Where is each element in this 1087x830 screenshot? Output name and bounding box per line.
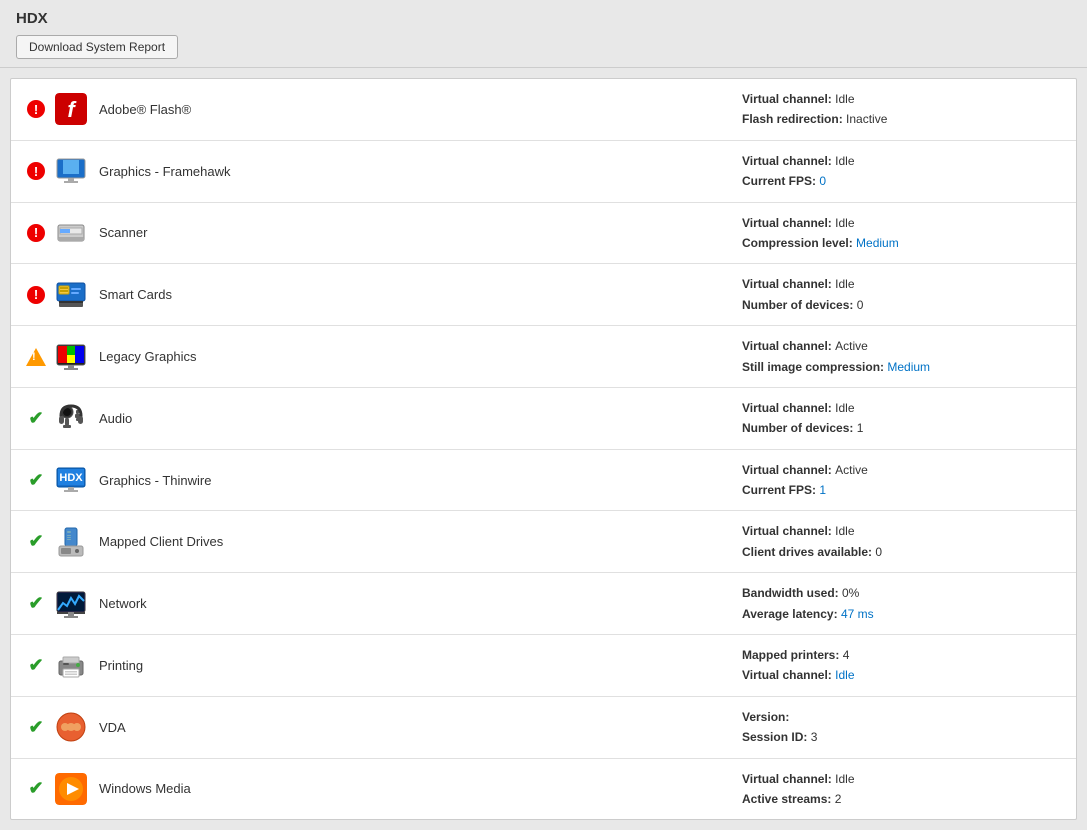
error-icon: ! [25,224,47,242]
smartcard-icon [55,279,87,311]
table-row: ✔ Mapped Client DrivesVirtual channel: I… [11,511,1076,573]
table-row: ! f Adobe® Flash®Virtual channel: IdleFl… [11,79,1076,141]
row-details-windows-media: Virtual channel: IdleActive streams: 2 [742,769,1062,810]
row-details-printing: Mapped printers: 4Virtual channel: Idle [742,645,1062,686]
network-icon [55,588,87,620]
row-details-scanner: Virtual channel: IdleCompression level: … [742,213,1062,254]
scanner-icon [55,217,87,249]
check-icon: ✔ [25,593,47,614]
row-details-smart-cards: Virtual channel: IdleNumber of devices: … [742,274,1062,315]
row-name-printing: Printing [99,658,742,673]
error-icon: ! [25,162,47,180]
table-row: ✔ NetworkBandwidth used: 0%Average laten… [11,573,1076,635]
table-row: ✔ HDX Graphics - ThinwireVirtual channel… [11,450,1076,512]
row-details-audio: Virtual channel: IdleNumber of devices: … [742,398,1062,439]
check-icon: ✔ [25,655,47,676]
row-details-vda: Version: Session ID: 3 [742,707,1062,748]
row-details-network: Bandwidth used: 0%Average latency: 47 ms [742,583,1062,624]
check-icon: ✔ [25,408,47,429]
flash-icon: f [55,93,87,125]
table-row: ! ScannerVirtual channel: IdleCompressio… [11,203,1076,265]
content-area: ! f Adobe® Flash®Virtual channel: IdleFl… [10,78,1077,820]
drives-icon [55,526,87,558]
row-details-legacy-graphics: Virtual channel: ActiveStill image compr… [742,336,1062,377]
row-name-network: Network [99,596,742,611]
page-header: HDX Download System Report [0,0,1087,68]
check-icon: ✔ [25,470,47,491]
table-row: ✔ AudioVirtual channel: IdleNumber of de… [11,388,1076,450]
error-icon: ! [25,100,47,118]
row-details-mapped-client-drives: Virtual channel: IdleClient drives avail… [742,521,1062,562]
table-row: ✔ PrintingMapped printers: 4Virtual chan… [11,635,1076,697]
row-details-graphics-framehawk: Virtual channel: IdleCurrent FPS: 0 [742,151,1062,192]
monitor-blue-icon [55,155,87,187]
page-title: HDX [16,10,1071,27]
check-icon: ✔ [25,531,47,552]
check-icon: ✔ [25,778,47,799]
row-name-legacy-graphics: Legacy Graphics [99,349,742,364]
printing-icon [55,649,87,681]
row-name-scanner: Scanner [99,225,742,240]
table-row: Legacy GraphicsVirtual channel: ActiveSt… [11,326,1076,388]
windows-media-icon [55,773,87,805]
row-name-audio: Audio [99,411,742,426]
row-name-mapped-client-drives: Mapped Client Drives [99,534,742,549]
row-name-smart-cards: Smart Cards [99,287,742,302]
table-row: ! Smart CardsVirtual channel: IdleNumber… [11,264,1076,326]
row-name-windows-media: Windows Media [99,781,742,796]
row-name-graphics-framehawk: Graphics - Framehawk [99,164,742,179]
error-icon: ! [25,286,47,304]
download-report-button[interactable]: Download System Report [16,35,178,59]
legacy-graphics-icon [55,341,87,373]
row-details-graphics-thinwire: Virtual channel: ActiveCurrent FPS: 1 [742,460,1062,501]
svg-text:HDX: HDX [59,472,83,484]
hdx-icon: HDX [55,464,87,496]
table-row: ✔ Windows MediaVirtual channel: IdleActi… [11,759,1076,820]
table-row: ! Graphics - FramehawkVirtual channel: I… [11,141,1076,203]
warning-icon [25,348,47,366]
audio-icon [55,402,87,434]
check-icon: ✔ [25,717,47,738]
row-name-graphics-thinwire: Graphics - Thinwire [99,473,742,488]
row-name-adobe-flash: Adobe® Flash® [99,102,742,117]
row-details-adobe-flash: Virtual channel: IdleFlash redirection: … [742,89,1062,130]
vda-icon [55,711,87,743]
table-row: ✔ VDAVersion: Session ID: 3 [11,697,1076,759]
row-name-vda: VDA [99,720,742,735]
